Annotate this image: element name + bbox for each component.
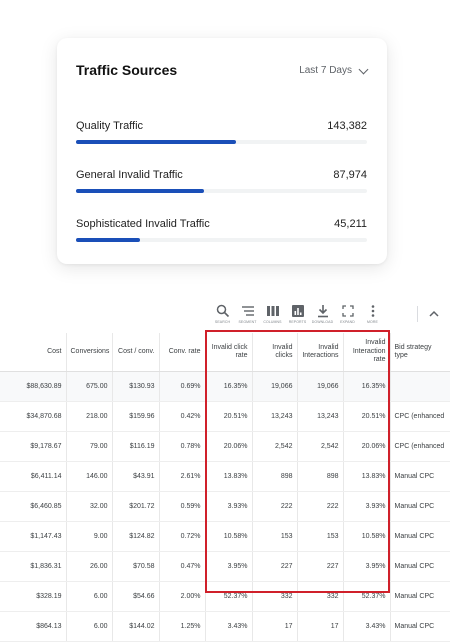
table-cell: 17	[297, 611, 344, 642]
reports-label: REPORTS	[288, 320, 307, 324]
table-cell: 6.00	[66, 611, 113, 642]
table-cell: Manual CPC	[390, 521, 450, 552]
segment-button[interactable]: SEGMENT	[235, 304, 260, 328]
table-cell: 675.00	[66, 371, 113, 402]
expand-label: EXPAND	[340, 320, 355, 324]
source-label: Sophisticated Invalid Traffic	[76, 218, 210, 230]
progress-track	[76, 189, 367, 193]
column-header[interactable]: Cost	[0, 333, 67, 372]
table-cell: 32.00	[66, 491, 113, 522]
table-cell: 1.25%	[159, 611, 206, 642]
highlight-box	[205, 330, 390, 593]
table-toolbar: SEARCH SEGMENT COLUMNS REPORTS DOWNLOAD …	[210, 304, 385, 328]
more-label: MORE	[367, 320, 378, 324]
toolbar-divider	[417, 306, 418, 322]
table-cell: 2.61%	[159, 461, 206, 492]
source-value: 87,974	[333, 169, 367, 181]
table-cell: Manual CPC	[390, 491, 450, 522]
segment-icon	[241, 306, 254, 316]
download-button[interactable]: DOWNLOAD	[310, 304, 335, 328]
table-cell: $6,411.14	[0, 461, 67, 492]
card-title: Traffic Sources	[76, 62, 178, 78]
table-cell: 0.47%	[159, 551, 206, 582]
columns-label: COLUMNS	[263, 320, 282, 324]
table-cell: 9.00	[66, 521, 113, 552]
table-cell: 17	[252, 611, 298, 642]
table-cell: $201.72	[112, 491, 160, 522]
table-cell: CPC (enhanced	[390, 431, 450, 462]
search-icon	[216, 304, 229, 318]
columns-button[interactable]: COLUMNS	[260, 304, 285, 328]
table-cell: 218.00	[66, 401, 113, 432]
columns-icon	[266, 306, 279, 316]
table-cell: $864.13	[0, 611, 67, 642]
table-cell: 6.00	[66, 581, 113, 612]
table-cell: Manual CPC	[390, 461, 450, 492]
table-cell: Manual CPC	[390, 611, 450, 642]
table-cell: Manual CPC	[390, 551, 450, 582]
table-cell: 2.00%	[159, 581, 206, 612]
table-cell: Manual CPC	[390, 581, 450, 612]
table-cell: $54.66	[112, 581, 160, 612]
table-cell: $116.19	[112, 431, 160, 462]
table-cell: $130.93	[112, 371, 160, 402]
traffic-sources-card: Traffic Sources Last 7 Days Quality Traf…	[57, 38, 387, 264]
table-cell: 26.00	[66, 551, 113, 582]
more-button[interactable]: MORE	[360, 304, 385, 328]
table-cell: $43.91	[112, 461, 160, 492]
table-cell: 0.78%	[159, 431, 206, 462]
table-cell: $70.58	[112, 551, 160, 582]
date-range-label: Last 7 Days	[299, 65, 352, 76]
table-cell: $9,178.67	[0, 431, 67, 462]
table-cell: 3.43%	[205, 611, 253, 642]
table-cell: 0.69%	[159, 371, 206, 402]
date-range-dropdown[interactable]: Last 7 Days	[299, 64, 369, 76]
download-label: DOWNLOAD	[311, 320, 334, 324]
table-cell: $144.02	[112, 611, 160, 642]
source-value: 143,382	[327, 120, 367, 132]
table-cell: $124.82	[112, 521, 160, 552]
table-cell: $328.19	[0, 581, 67, 612]
table-cell: $6,460.85	[0, 491, 67, 522]
search-label: SEARCH	[214, 320, 231, 324]
progress-track	[76, 238, 367, 242]
table-cell: 3.43%	[343, 611, 391, 642]
table-cell: $159.96	[112, 401, 160, 432]
chevron-down-icon	[358, 64, 369, 74]
column-header[interactable]: Conversions	[66, 333, 113, 372]
progress-bar	[76, 140, 237, 144]
source-label: General Invalid Traffic	[76, 169, 183, 181]
column-header[interactable]: Cost / conv.	[112, 333, 160, 372]
progress-track	[76, 140, 367, 144]
table-cell: 79.00	[66, 431, 113, 462]
table-cell: 0.72%	[159, 521, 206, 552]
column-header[interactable]: Conv. rate	[159, 333, 206, 372]
expand-button[interactable]: EXPAND	[335, 304, 360, 328]
table-cell	[390, 371, 450, 402]
search-button[interactable]: SEARCH	[210, 304, 235, 328]
source-value: 45,211	[334, 218, 367, 230]
table-cell: $1,836.31	[0, 551, 67, 582]
table-cell: $34,870.68	[0, 401, 67, 432]
progress-bar	[76, 238, 141, 242]
source-label: Quality Traffic	[76, 120, 144, 132]
table-row: $864.13 6.00 $144.02 1.25% 3.43% 17 17 3.43% Man…	[0, 611, 450, 642]
reports-icon	[291, 305, 304, 317]
reports-button[interactable]: REPORTS	[285, 304, 310, 328]
table-cell: $1,147.43	[0, 521, 67, 552]
table-cell: 146.00	[66, 461, 113, 492]
table-cell: 0.59%	[159, 491, 206, 522]
table-cell: CPC (enhanced	[390, 401, 450, 432]
more-vertical-icon	[371, 305, 374, 317]
segment-label: SEGMENT	[238, 320, 257, 324]
download-icon	[317, 305, 328, 318]
table-cell: $88,630.89	[0, 371, 67, 402]
table-cell: 0.42%	[159, 401, 206, 432]
expand-icon	[341, 305, 354, 317]
progress-bar	[76, 189, 205, 193]
chevron-up-icon[interactable]	[428, 309, 440, 319]
column-header[interactable]: Bid strategy type	[390, 333, 450, 372]
